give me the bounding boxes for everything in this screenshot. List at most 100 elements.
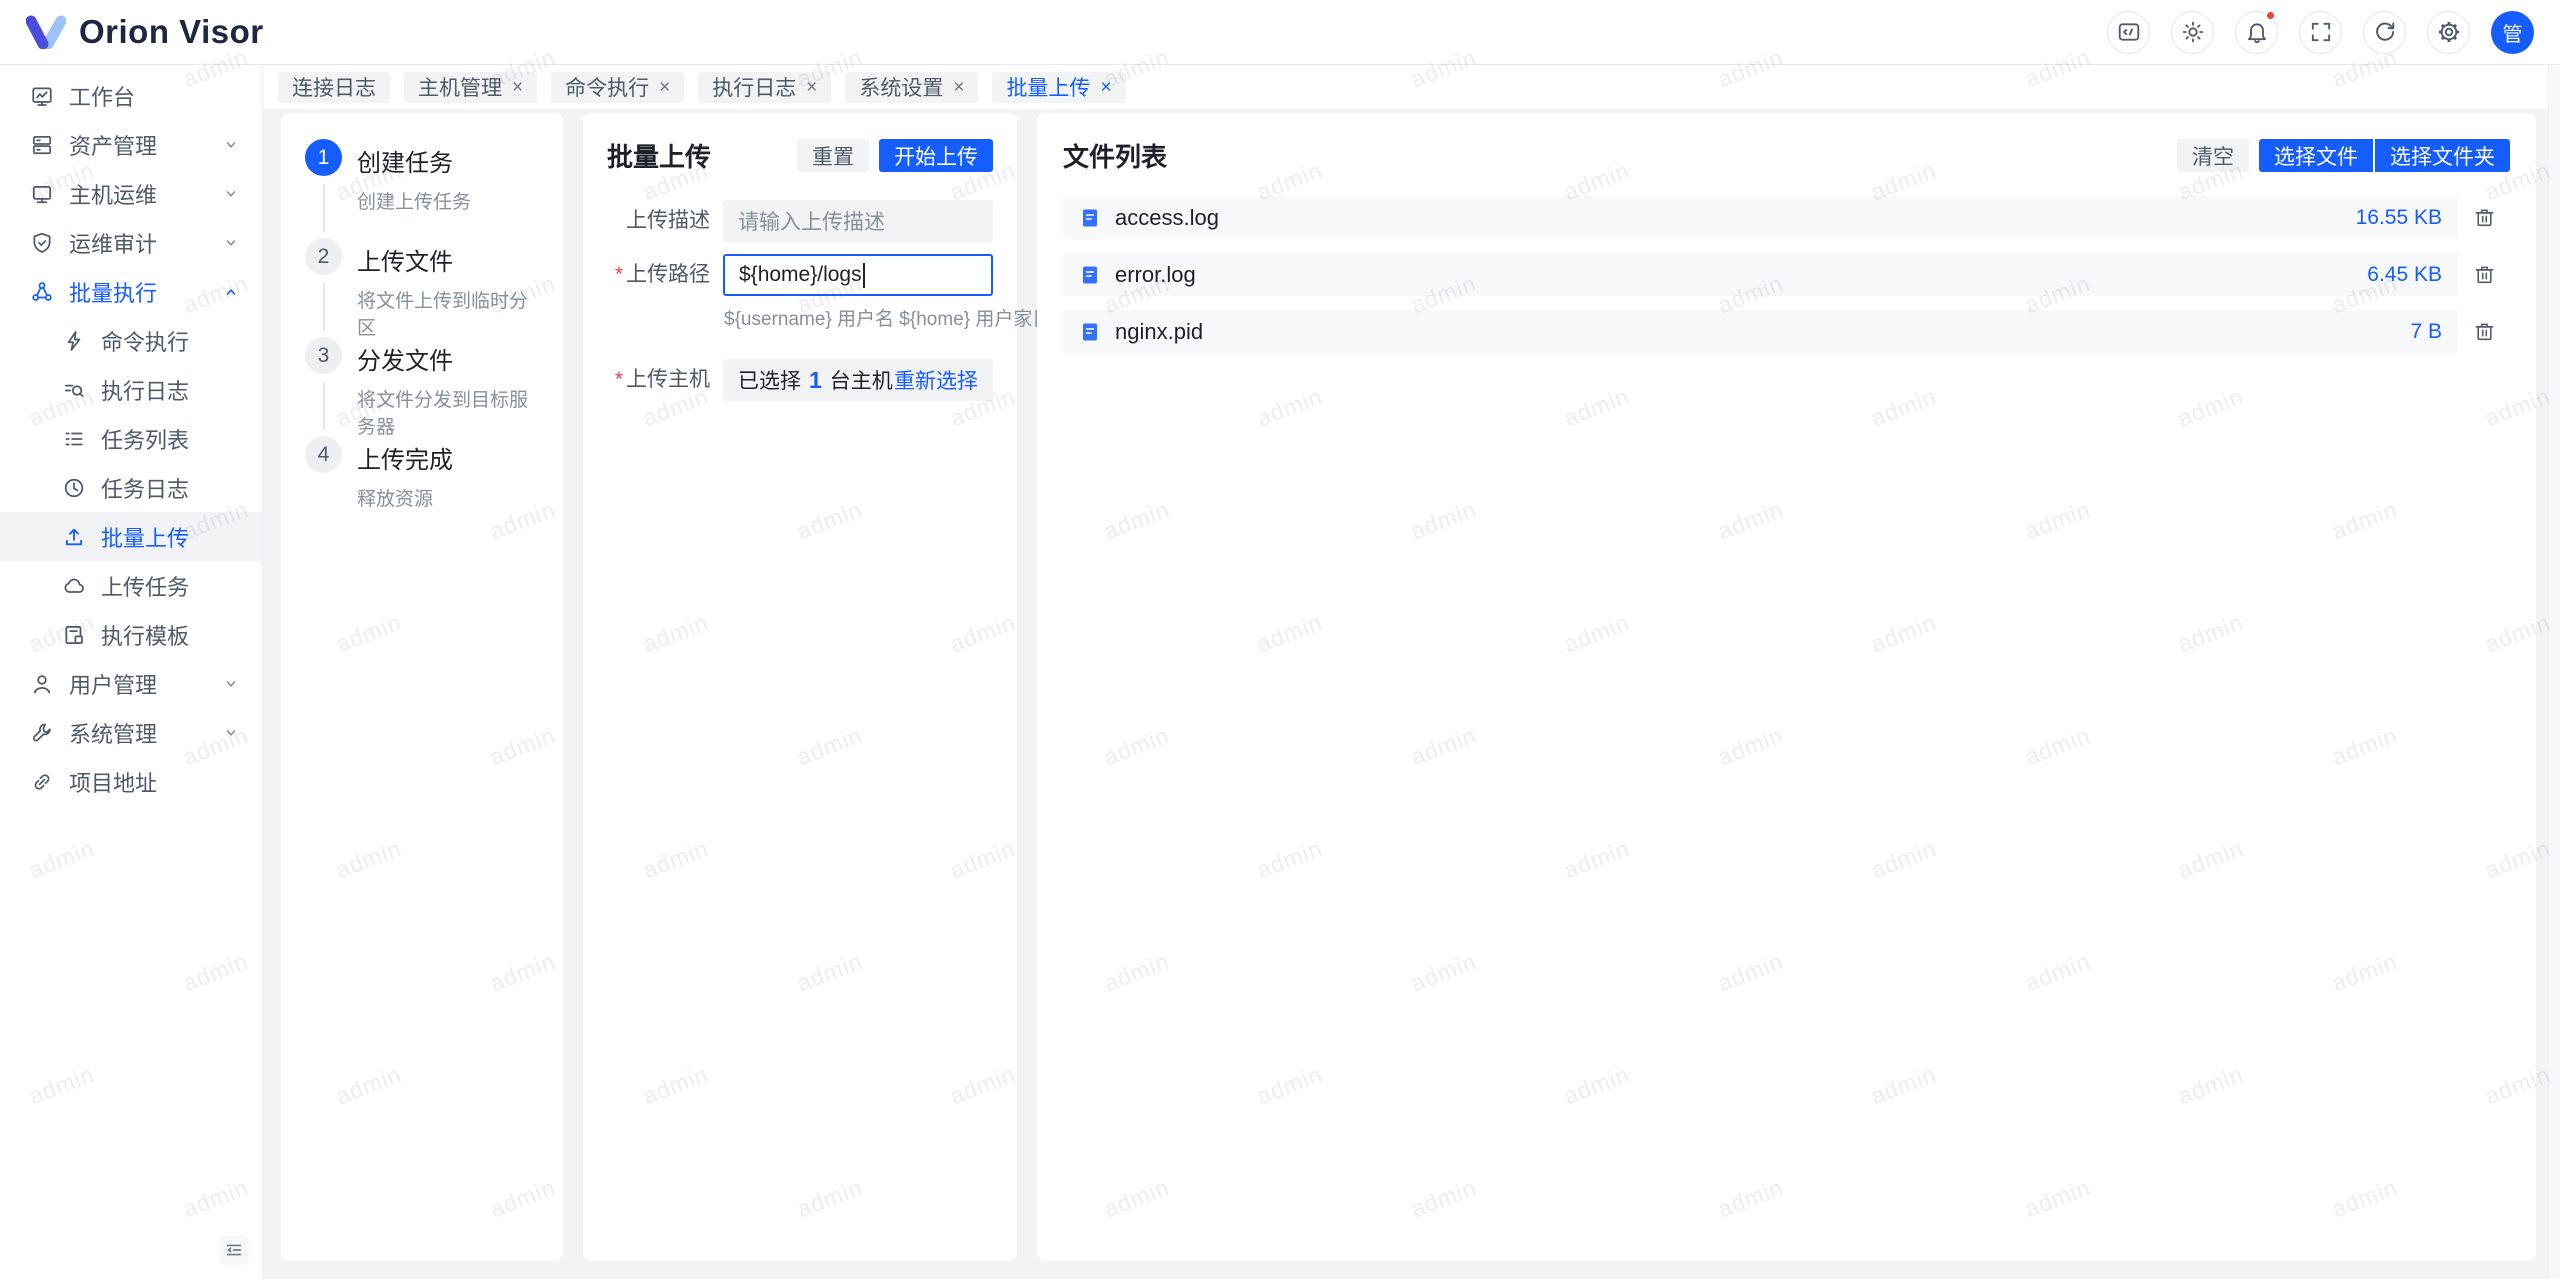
settings-button[interactable]	[2427, 11, 2470, 54]
delete-file-button[interactable]	[2458, 206, 2510, 229]
upload-path-label: *上传路径	[607, 254, 723, 296]
clock-icon	[62, 476, 86, 500]
upload-hosts-field: 已选择 1 台主机 重新选择	[723, 359, 993, 401]
upload-path-helper: ${username} 用户名 ${home} 用户家目录	[724, 304, 992, 331]
step-connector	[323, 184, 325, 232]
sidebar-item-upload-task[interactable]: 上传任务	[0, 561, 262, 610]
theme-button[interactable]	[2171, 11, 2214, 54]
menu-fold-icon	[224, 1240, 244, 1260]
cluster-icon	[30, 280, 54, 304]
step-connector	[323, 382, 325, 430]
sidebar-item-command-exec[interactable]: 命令执行	[0, 316, 262, 365]
sidebar-item-assets[interactable]: 资产管理	[0, 120, 262, 169]
tab-close-icon[interactable]: ×	[806, 78, 817, 97]
chevron-down-icon	[222, 234, 240, 252]
sidebar-item-exec-log[interactable]: 执行日志	[0, 365, 262, 414]
delete-file-button[interactable]	[2458, 263, 2510, 286]
tab-host-mgmt[interactable]: 主机管理 ×	[404, 72, 537, 103]
sidebar-item-user-mgmt[interactable]: 用户管理	[0, 659, 262, 708]
reset-button[interactable]: 重置	[797, 139, 869, 172]
sidebar: 工作台 资产管理 主机运维	[0, 65, 263, 1279]
upload-path-input[interactable]: ${home}/logs	[723, 254, 993, 296]
cloud-icon	[62, 574, 86, 598]
file-name: access.log	[1115, 205, 1219, 231]
sidebar-collapse-button[interactable]	[219, 1235, 249, 1265]
fullscreen-button[interactable]	[2299, 11, 2342, 54]
step-number: 3	[305, 337, 342, 374]
sidebar-item-task-log[interactable]: 任务日志	[0, 463, 262, 512]
app-header: Orion Visor	[0, 0, 2560, 65]
sidebar-item-host-ops[interactable]: 主机运维	[0, 169, 262, 218]
step-distribute-files: 3 分发文件 将文件分发到目标服务器	[305, 337, 539, 436]
monitor-icon	[30, 182, 54, 206]
tab-system-settings[interactable]: 系统设置 ×	[845, 72, 978, 103]
sidebar-item-project-link[interactable]: 项目地址	[0, 757, 262, 806]
content-area: 1 创建任务 创建上传任务 2 上传文件 将文件上传到临时分区	[263, 109, 2560, 1279]
file-list-title: 文件列表	[1063, 137, 1167, 174]
file-size: 6.45 KB	[2367, 263, 2442, 287]
tab-label: 命令执行	[565, 72, 649, 102]
tab-bar: 连接日志 主机管理 × 命令执行 × 执行日志 × 系统设置 × 批量上传 ×	[263, 65, 2560, 109]
user-avatar[interactable]: 管	[2491, 11, 2534, 54]
step-title: 上传完成	[357, 436, 453, 475]
file-row[interactable]: nginx.pid 7 B	[1063, 310, 2458, 353]
code-button[interactable]	[2107, 11, 2150, 54]
step-title: 分发文件	[357, 337, 539, 376]
file-size: 7 B	[2410, 320, 2442, 344]
step-number: 2	[305, 238, 342, 275]
tab-connect-log[interactable]: 连接日志	[278, 72, 390, 103]
sidebar-item-label: 批量执行	[69, 276, 157, 308]
tab-command-exec[interactable]: 命令执行 ×	[551, 72, 684, 103]
chevron-down-icon	[222, 185, 240, 203]
app-logo: Orion Visor	[26, 13, 264, 51]
steps-panel: 1 创建任务 创建上传任务 2 上传文件 将文件上传到临时分区	[281, 113, 563, 1261]
sidebar-item-batch-upload[interactable]: 批量上传	[0, 512, 262, 561]
start-upload-button[interactable]: 开始上传	[879, 139, 993, 172]
sidebar-item-workbench[interactable]: 工作台	[0, 71, 262, 120]
upload-hosts-label: *上传主机	[607, 359, 723, 401]
sidebar-item-system-mgmt[interactable]: 系统管理	[0, 708, 262, 757]
tab-exec-log[interactable]: 执行日志 ×	[698, 72, 831, 103]
clear-files-button[interactable]: 清空	[2177, 139, 2249, 172]
file-name: error.log	[1115, 262, 1196, 288]
notifications-button[interactable]	[2235, 11, 2278, 54]
sidebar-item-label: 资产管理	[69, 129, 157, 161]
sidebar-item-label: 执行日志	[101, 374, 189, 406]
step-upload-files: 2 上传文件 将文件上传到临时分区	[305, 238, 539, 337]
select-file-button[interactable]: 选择文件	[2259, 139, 2373, 172]
sidebar-item-exec-template[interactable]: 执行模板	[0, 610, 262, 659]
upload-path-value: ${home}/logs	[739, 263, 862, 287]
tab-close-icon[interactable]: ×	[1100, 78, 1111, 97]
refresh-button[interactable]	[2363, 11, 2406, 54]
tab-label: 主机管理	[418, 72, 502, 102]
chevron-down-icon	[222, 724, 240, 742]
file-row[interactable]: error.log 6.45 KB	[1063, 253, 2458, 296]
upload-icon	[62, 525, 86, 549]
avatar-label: 管	[2503, 18, 2523, 47]
tab-close-icon[interactable]: ×	[953, 78, 964, 97]
hosts-selected-count: 1	[809, 367, 822, 394]
trash-icon	[2473, 320, 2496, 343]
file-row[interactable]: access.log 16.55 KB	[1063, 196, 2458, 239]
sidebar-item-task-list[interactable]: 任务列表	[0, 414, 262, 463]
chevron-down-icon	[222, 136, 240, 154]
file-icon	[1079, 207, 1101, 229]
upload-desc-placeholder: 请输入上传描述	[738, 206, 885, 236]
sidebar-item-label: 执行模板	[101, 619, 189, 651]
sidebar-item-label: 命令执行	[101, 325, 189, 357]
upload-desc-input[interactable]: 请输入上传描述	[723, 200, 993, 242]
step-desc: 将文件分发到目标服务器	[357, 385, 539, 439]
tab-close-icon[interactable]: ×	[659, 78, 670, 97]
select-folder-button[interactable]: 选择文件夹	[2375, 139, 2510, 172]
sidebar-item-label: 任务列表	[101, 423, 189, 455]
header-actions: 管	[2107, 11, 2534, 54]
tab-close-icon[interactable]: ×	[512, 78, 523, 97]
step-number: 4	[305, 436, 342, 473]
tab-label: 执行日志	[712, 72, 796, 102]
page-scrollbar[interactable]	[2548, 65, 2560, 1279]
sidebar-item-ops-audit[interactable]: 运维审计	[0, 218, 262, 267]
sidebar-item-batch-exec[interactable]: 批量执行	[0, 267, 262, 316]
tab-batch-upload[interactable]: 批量上传 ×	[992, 72, 1125, 103]
reselect-hosts-link[interactable]: 重新选择	[894, 365, 978, 395]
delete-file-button[interactable]	[2458, 320, 2510, 343]
